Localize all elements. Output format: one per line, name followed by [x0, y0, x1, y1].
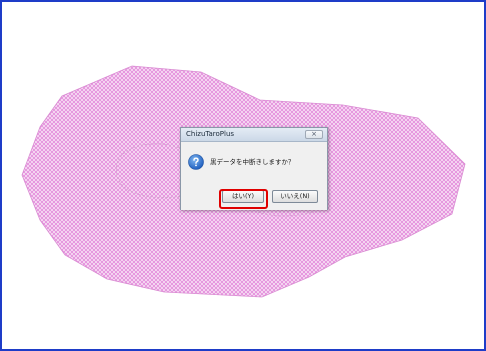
yes-button-highlight — [219, 189, 268, 209]
close-button[interactable]: × — [305, 130, 323, 139]
question-icon — [188, 154, 204, 170]
dialog-title: ChizuTaroPlus — [186, 130, 235, 138]
no-button[interactable]: いいえ(N) — [272, 190, 318, 203]
dialog-titlebar[interactable]: ChizuTaroPlus × — [181, 128, 327, 142]
close-icon: × — [311, 130, 317, 138]
dialog-message: 黒データを中断きしますか？ — [210, 158, 295, 166]
